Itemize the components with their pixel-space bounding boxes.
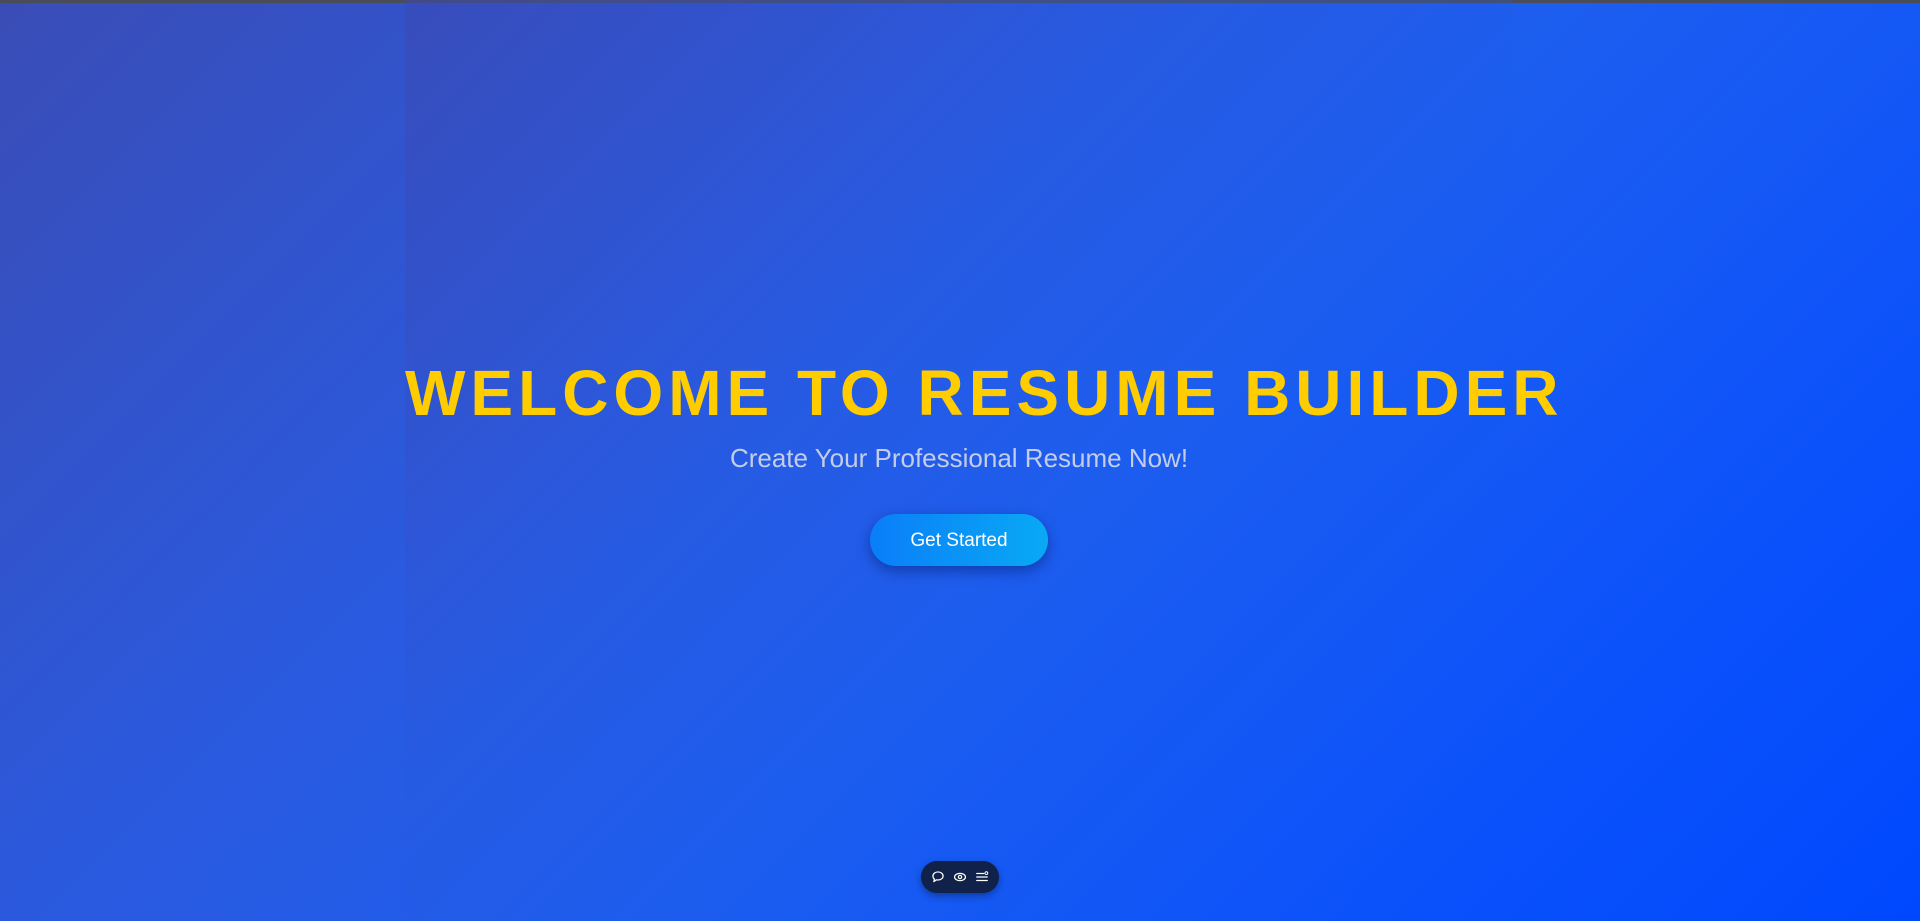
- list-settings-icon: [976, 871, 989, 882]
- hero-content: WELCOME TO RESUME BUILDER Create Your Pr…: [405, 356, 1564, 566]
- floating-toolbar: [921, 861, 999, 893]
- hero-subtitle: Create Your Professional Resume Now!: [729, 443, 1189, 473]
- menu-button[interactable]: [972, 867, 992, 887]
- chat-button[interactable]: [928, 867, 948, 887]
- hero-section: WELCOME TO RESUME BUILDER Create Your Pr…: [405, 0, 1564, 921]
- get-started-button[interactable]: Get Started: [870, 514, 1048, 566]
- hero-title: WELCOME TO RESUME BUILDER: [405, 357, 1564, 429]
- eye-icon: [953, 872, 967, 882]
- chat-bubble-icon: [932, 871, 944, 883]
- preview-button[interactable]: [950, 867, 970, 887]
